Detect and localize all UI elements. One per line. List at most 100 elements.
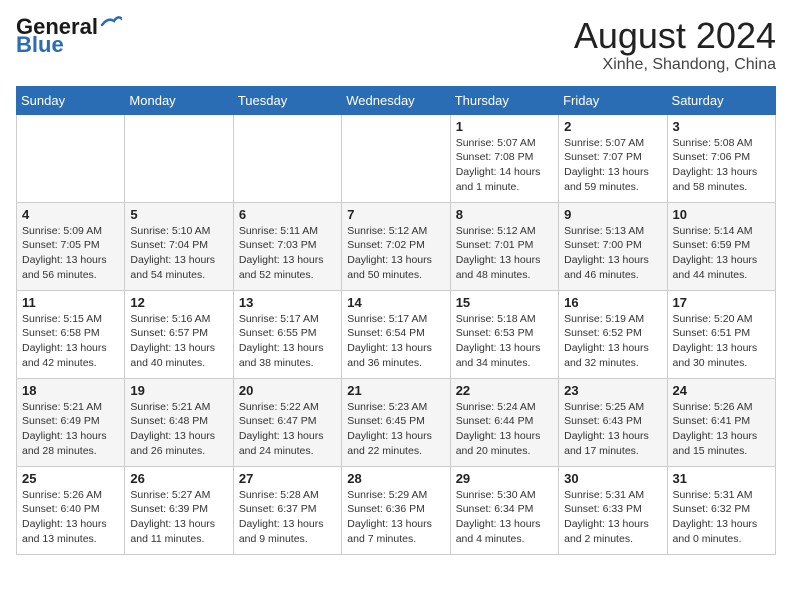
- header: General Blue August 2024 Xinhe, Shandong…: [16, 16, 776, 74]
- day-number: 13: [239, 295, 336, 310]
- day-number: 1: [456, 119, 553, 134]
- day-number: 8: [456, 207, 553, 222]
- day-info: Sunrise: 5:20 AM Sunset: 6:51 PM Dayligh…: [673, 312, 770, 371]
- day-number: 3: [673, 119, 770, 134]
- calendar-cell: 26Sunrise: 5:27 AM Sunset: 6:39 PM Dayli…: [125, 466, 233, 554]
- calendar-cell: 18 Sunrise: 5:21 AM Sunset: 6:49 PM Dayli…: [17, 378, 125, 466]
- day-number: 9: [564, 207, 661, 222]
- weekday-monday: Monday: [125, 86, 233, 114]
- weekday-sunday: Sunday: [17, 86, 125, 114]
- weekday-wednesday: Wednesday: [342, 86, 450, 114]
- day-info: Sunrise: 5:15 AM Sunset: 6:58 PM Dayligh…: [22, 312, 119, 371]
- day-number: 22: [456, 383, 553, 398]
- day-number: 12: [130, 295, 227, 310]
- day-info: Sunrise: 5:26 AM Sunset: 6:40 PM Dayligh…: [22, 488, 119, 547]
- day-number: 30: [564, 471, 661, 486]
- day-info: Sunrise: 5:21 AM Sunset: 6:48 PM Dayligh…: [130, 400, 227, 459]
- day-info: Sunrise: 5:29 AM Sunset: 6:36 PM Dayligh…: [347, 488, 444, 547]
- calendar-cell: 10Sunrise: 5:14 AM Sunset: 6:59 PM Dayli…: [667, 202, 775, 290]
- calendar-cell: 17 Sunrise: 5:20 AM Sunset: 6:51 PM Dayli…: [667, 290, 775, 378]
- calendar-cell: 3 Sunrise: 5:08 AM Sunset: 7:06 PM Daylig…: [667, 114, 775, 202]
- calendar-cell: 14 Sunrise: 5:17 AM Sunset: 6:54 PM Dayli…: [342, 290, 450, 378]
- calendar-cell: 12 Sunrise: 5:16 AM Sunset: 6:57 PM Dayli…: [125, 290, 233, 378]
- calendar-cell: 29 Sunrise: 5:30 AM Sunset: 6:34 PM Dayli…: [450, 466, 558, 554]
- day-info: Sunrise: 5:22 AM Sunset: 6:47 PM Dayligh…: [239, 400, 336, 459]
- calendar-cell: [233, 114, 341, 202]
- calendar-cell: [125, 114, 233, 202]
- day-info: Sunrise: 5:12 AM Sunset: 7:01 PM Dayligh…: [456, 224, 553, 283]
- calendar-cell: 5 Sunrise: 5:10 AM Sunset: 7:04 PM Daylig…: [125, 202, 233, 290]
- logo-blue-text: Blue: [16, 34, 64, 56]
- day-info: Sunrise: 5:19 AM Sunset: 6:52 PM Dayligh…: [564, 312, 661, 371]
- day-info: Sunrise: 5:10 AM Sunset: 7:04 PM Dayligh…: [130, 224, 227, 283]
- day-number: 19: [130, 383, 227, 398]
- day-info: Sunrise: 5:07 AM Sunset: 7:07 PM Dayligh…: [564, 136, 661, 195]
- calendar-cell: 20 Sunrise: 5:22 AM Sunset: 6:47 PM Dayli…: [233, 378, 341, 466]
- day-info: Sunrise: 5:23 AM Sunset: 6:45 PM Dayligh…: [347, 400, 444, 459]
- calendar-cell: 15 Sunrise: 5:18 AM Sunset: 6:53 PM Dayli…: [450, 290, 558, 378]
- weekday-tuesday: Tuesday: [233, 86, 341, 114]
- calendar-cell: 6 Sunrise: 5:11 AM Sunset: 7:03 PM Daylig…: [233, 202, 341, 290]
- day-number: 20: [239, 383, 336, 398]
- day-number: 17: [673, 295, 770, 310]
- day-info: Sunrise: 5:31 AM Sunset: 6:32 PM Dayligh…: [673, 488, 770, 547]
- calendar-cell: [342, 114, 450, 202]
- weekday-thursday: Thursday: [450, 86, 558, 114]
- calendar-cell: 24 Sunrise: 5:26 AM Sunset: 6:41 PM Dayli…: [667, 378, 775, 466]
- day-info: Sunrise: 5:26 AM Sunset: 6:41 PM Dayligh…: [673, 400, 770, 459]
- day-info: Sunrise: 5:14 AM Sunset: 6:59 PM Dayligh…: [673, 224, 770, 283]
- day-info: Sunrise: 5:09 AM Sunset: 7:05 PM Dayligh…: [22, 224, 119, 283]
- weekday-header-row: SundayMondayTuesdayWednesdayThursdayFrid…: [17, 86, 776, 114]
- day-info: Sunrise: 5:18 AM Sunset: 6:53 PM Dayligh…: [456, 312, 553, 371]
- calendar-cell: 1 Sunrise: 5:07 AM Sunset: 7:08 PM Daylig…: [450, 114, 558, 202]
- calendar-cell: 23Sunrise: 5:25 AM Sunset: 6:43 PM Dayli…: [559, 378, 667, 466]
- logo: General Blue: [16, 16, 122, 56]
- day-info: Sunrise: 5:28 AM Sunset: 6:37 PM Dayligh…: [239, 488, 336, 547]
- week-row-4: 18 Sunrise: 5:21 AM Sunset: 6:49 PM Dayli…: [17, 378, 776, 466]
- day-number: 23: [564, 383, 661, 398]
- week-row-2: 4 Sunrise: 5:09 AM Sunset: 7:05 PM Daylig…: [17, 202, 776, 290]
- day-info: Sunrise: 5:30 AM Sunset: 6:34 PM Dayligh…: [456, 488, 553, 547]
- calendar-cell: 31 Sunrise: 5:31 AM Sunset: 6:32 PM Dayli…: [667, 466, 775, 554]
- day-info: Sunrise: 5:17 AM Sunset: 6:54 PM Dayligh…: [347, 312, 444, 371]
- day-number: 6: [239, 207, 336, 222]
- day-number: 25: [22, 471, 119, 486]
- day-number: 2: [564, 119, 661, 134]
- day-number: 15: [456, 295, 553, 310]
- calendar-cell: 22 Sunrise: 5:24 AM Sunset: 6:44 PM Dayli…: [450, 378, 558, 466]
- calendar-cell: 19 Sunrise: 5:21 AM Sunset: 6:48 PM Dayli…: [125, 378, 233, 466]
- calendar-cell: 4 Sunrise: 5:09 AM Sunset: 7:05 PM Daylig…: [17, 202, 125, 290]
- day-info: Sunrise: 5:21 AM Sunset: 6:49 PM Dayligh…: [22, 400, 119, 459]
- day-info: Sunrise: 5:08 AM Sunset: 7:06 PM Dayligh…: [673, 136, 770, 195]
- week-row-3: 11Sunrise: 5:15 AM Sunset: 6:58 PM Dayli…: [17, 290, 776, 378]
- calendar-cell: 28 Sunrise: 5:29 AM Sunset: 6:36 PM Dayli…: [342, 466, 450, 554]
- day-number: 28: [347, 471, 444, 486]
- day-info: Sunrise: 5:07 AM Sunset: 7:08 PM Dayligh…: [456, 136, 553, 195]
- weekday-saturday: Saturday: [667, 86, 775, 114]
- day-info: Sunrise: 5:11 AM Sunset: 7:03 PM Dayligh…: [239, 224, 336, 283]
- day-number: 31: [673, 471, 770, 486]
- title-area: August 2024 Xinhe, Shandong, China: [574, 16, 776, 74]
- day-number: 14: [347, 295, 444, 310]
- day-number: 18: [22, 383, 119, 398]
- day-number: 29: [456, 471, 553, 486]
- day-number: 24: [673, 383, 770, 398]
- logo-bird-icon: [100, 15, 122, 33]
- day-number: 4: [22, 207, 119, 222]
- day-number: 5: [130, 207, 227, 222]
- month-year: August 2024: [574, 16, 776, 56]
- day-info: Sunrise: 5:27 AM Sunset: 6:39 PM Dayligh…: [130, 488, 227, 547]
- day-info: Sunrise: 5:16 AM Sunset: 6:57 PM Dayligh…: [130, 312, 227, 371]
- location: Xinhe, Shandong, China: [574, 56, 776, 74]
- day-info: Sunrise: 5:24 AM Sunset: 6:44 PM Dayligh…: [456, 400, 553, 459]
- week-row-5: 25 Sunrise: 5:26 AM Sunset: 6:40 PM Dayli…: [17, 466, 776, 554]
- calendar-cell: 7Sunrise: 5:12 AM Sunset: 7:02 PM Daylig…: [342, 202, 450, 290]
- calendar-cell: 16Sunrise: 5:19 AM Sunset: 6:52 PM Dayli…: [559, 290, 667, 378]
- calendar-cell: 9 Sunrise: 5:13 AM Sunset: 7:00 PM Daylig…: [559, 202, 667, 290]
- calendar-cell: 11Sunrise: 5:15 AM Sunset: 6:58 PM Dayli…: [17, 290, 125, 378]
- calendar-cell: 8 Sunrise: 5:12 AM Sunset: 7:01 PM Daylig…: [450, 202, 558, 290]
- day-info: Sunrise: 5:13 AM Sunset: 7:00 PM Dayligh…: [564, 224, 661, 283]
- day-number: 27: [239, 471, 336, 486]
- day-info: Sunrise: 5:17 AM Sunset: 6:55 PM Dayligh…: [239, 312, 336, 371]
- day-info: Sunrise: 5:12 AM Sunset: 7:02 PM Dayligh…: [347, 224, 444, 283]
